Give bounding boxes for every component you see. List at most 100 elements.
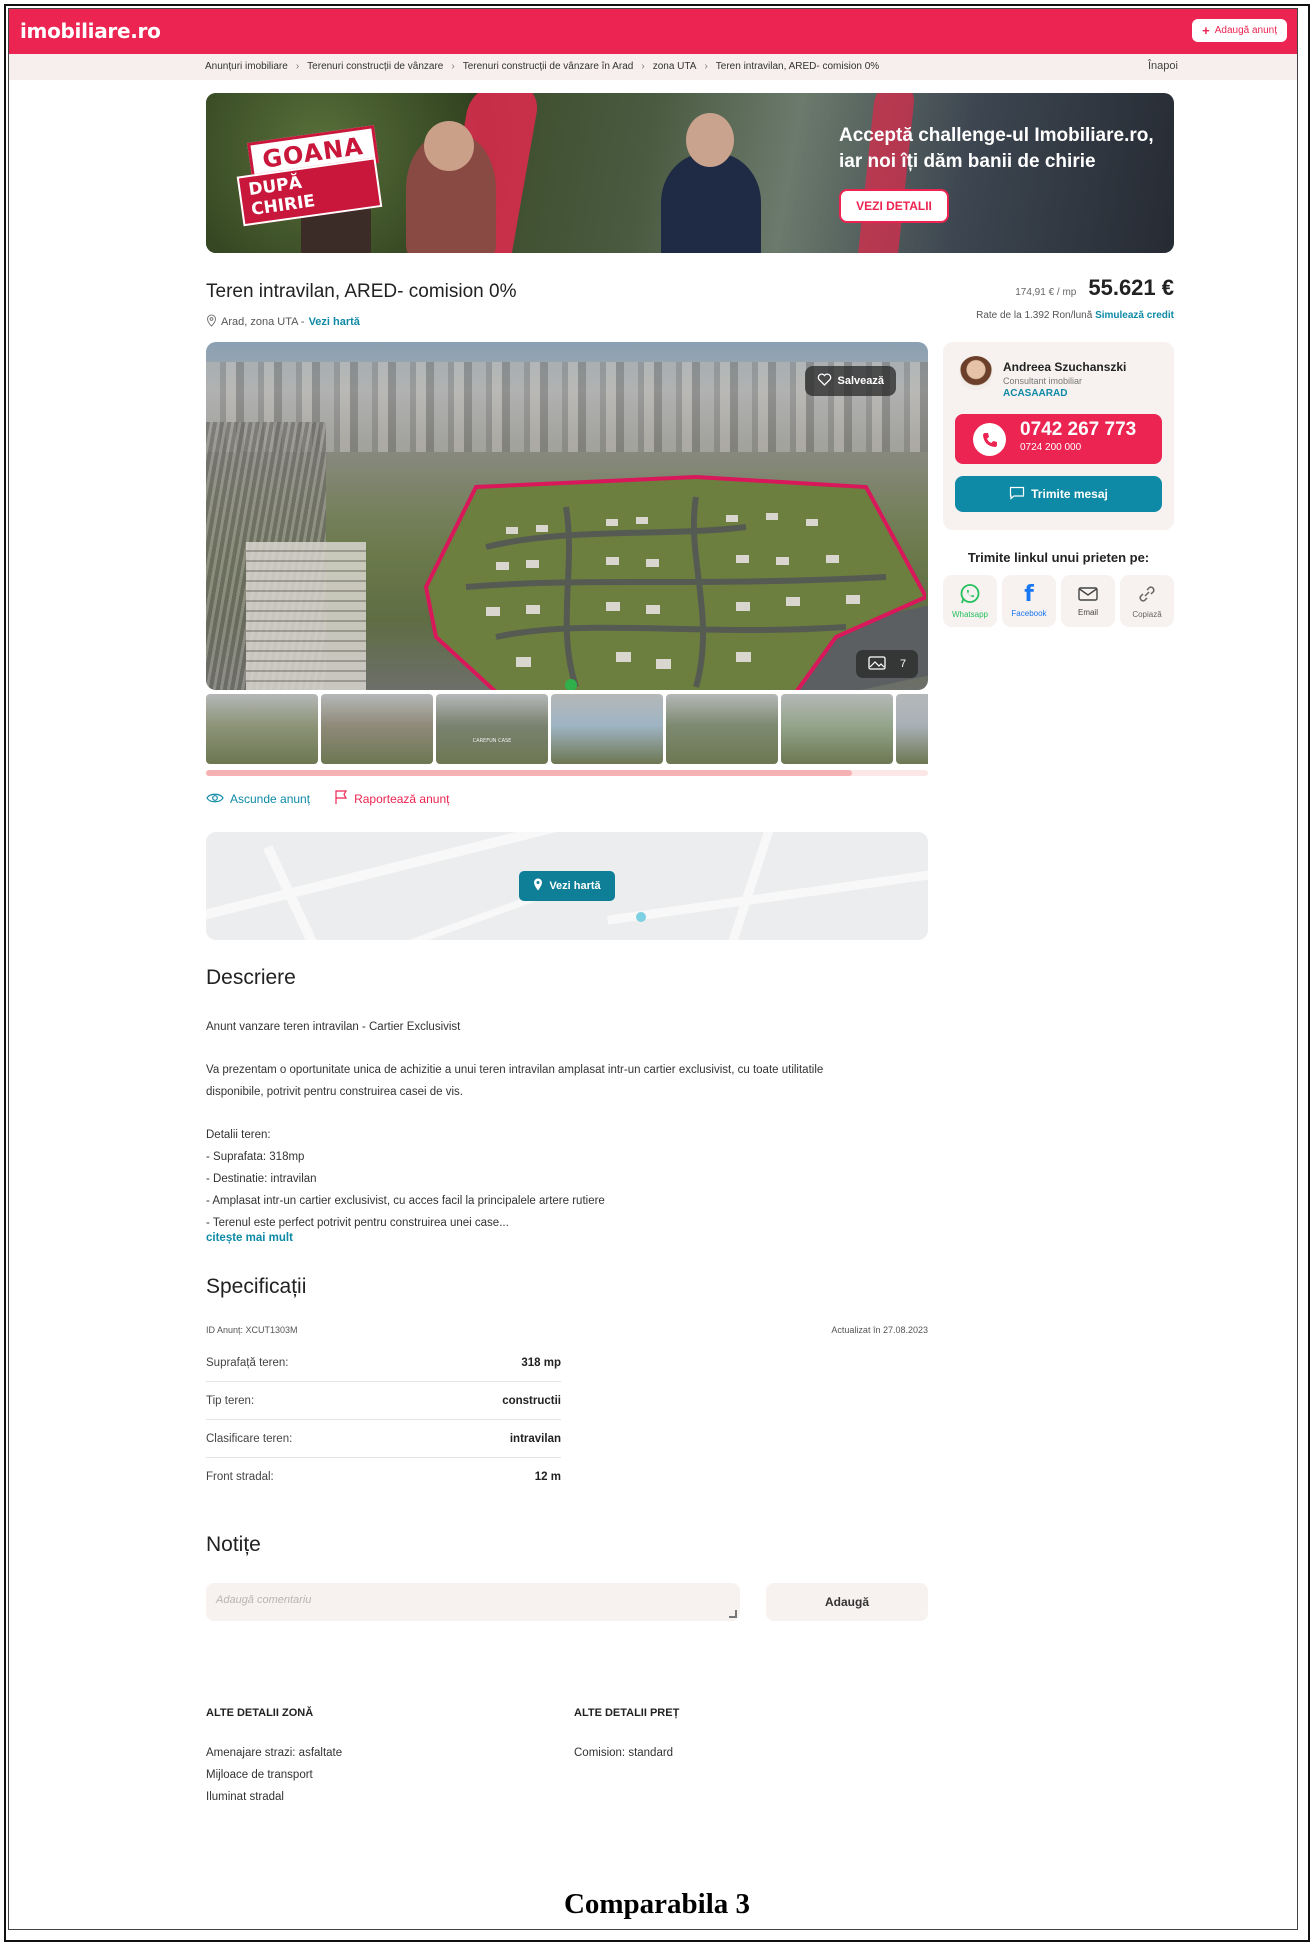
breadcrumb-bar: Anunțuri imobiliare › Terenuri construcț… — [9, 54, 1297, 80]
spec-key: Suprafață teren: — [206, 1356, 289, 1369]
promo-banner[interactable]: GOANA DUPĂ CHIRIE Acceptă challenge-ul I… — [206, 93, 1174, 253]
whatsapp-icon — [959, 583, 981, 607]
add-note-button[interactable]: Adaugă — [766, 1583, 928, 1621]
map-pin-icon — [533, 878, 543, 894]
gallery-thumbnail[interactable] — [666, 694, 778, 764]
zone-detail-item: Amenajare strazi: asfaltate — [206, 1747, 343, 1759]
flag-icon — [334, 790, 348, 808]
breadcrumb-separator: › — [451, 61, 455, 72]
phone-icon — [973, 423, 1006, 456]
price-per-sqm: 174,91 € / mp — [1015, 287, 1077, 298]
breadcrumb-separator: › — [295, 61, 300, 72]
report-listing-label: Raportează anunț — [354, 792, 450, 806]
banner-headline-line: iar noi îți dăm banii de chirie — [839, 151, 1096, 172]
send-message-button[interactable]: Trimite mesaj — [955, 476, 1162, 512]
price-box: 174,91 € / mp 55.621 € — [1015, 275, 1174, 301]
save-button[interactable]: Salvează — [804, 366, 896, 396]
map-dot — [636, 912, 646, 922]
spec-key: Tip teren: — [206, 1394, 255, 1407]
link-icon — [1136, 583, 1158, 607]
listing-id: ID Anunț: XCUT1303M — [206, 1325, 298, 1335]
agent-card: Andreea Szuchanszki Consultant imobiliar… — [943, 342, 1174, 530]
breadcrumb-item-current: Teren intravilan, ARED- comision 0% — [715, 61, 880, 72]
eye-icon — [206, 792, 224, 807]
email-icon — [1077, 585, 1099, 605]
simulate-credit-link[interactable]: Simulează credit — [1095, 310, 1174, 321]
gallery-thumbnail[interactable] — [781, 694, 893, 764]
breadcrumb-item[interactable]: zona UTA — [653, 61, 697, 72]
hide-listing-button[interactable]: Ascunde anunț — [206, 790, 310, 808]
map-road — [726, 832, 775, 940]
spec-row: Front stradal: 12 m — [206, 1458, 561, 1496]
gallery-thumbnail[interactable] — [206, 694, 318, 764]
photo-plot-rendering — [366, 467, 928, 690]
report-listing-button[interactable]: Raportează anunț — [334, 790, 449, 808]
read-more-link[interactable]: citește mai mult — [206, 1232, 293, 1244]
plus-icon: + — [1202, 23, 1210, 38]
share-copy-link-button[interactable]: Copiază — [1120, 575, 1174, 627]
listing-updated: Actualizat în 27.08.2023 — [831, 1325, 928, 1335]
listing-location: Arad, zona UTA - Vezi hartă — [206, 314, 360, 330]
credit-rates: Rate de la 1.392 Ron/lună Simulează cred… — [976, 310, 1174, 321]
banner-details-button[interactable]: VEZI DETALII — [839, 189, 949, 223]
specs-meta: ID Anunț: XCUT1303M Actualizat în 27.08.… — [206, 1325, 928, 1335]
main-photo[interactable]: Salvează 7 — [206, 342, 928, 690]
gallery-thumbnail[interactable] — [896, 694, 928, 764]
description-paragraph: disponibile, potrivit pentru construirea… — [206, 1086, 463, 1098]
photo-buildings — [246, 542, 366, 690]
price-details-list: Comision: standard — [574, 1742, 673, 1764]
add-listing-label: Adaugă anunț — [1214, 25, 1277, 36]
spec-value: constructii — [502, 1394, 561, 1407]
heart-icon — [817, 373, 832, 389]
share-whatsapp-button[interactable]: Whatsapp — [943, 575, 997, 627]
gallery-thumbnail[interactable]: CAREFUN CASE — [436, 694, 548, 764]
banner-headline-line: Acceptă challenge-ul Imobiliare.ro, — [839, 125, 1154, 146]
thumbnail-scrollbar[interactable] — [206, 770, 928, 776]
view-map-button[interactable]: Vezi hartă — [519, 871, 615, 901]
view-map-label: Vezi hartă — [549, 880, 601, 892]
notes-heading: Notițe — [206, 1533, 261, 1556]
location-map-link[interactable]: Vezi hartă — [309, 316, 360, 328]
banner-person — [661, 153, 761, 253]
spec-key: Front stradal: — [206, 1471, 274, 1483]
breadcrumb-item[interactable]: Terenuri construcții de vânzare în Arad — [463, 61, 634, 72]
photo-count-button[interactable]: 7 — [856, 650, 918, 678]
breadcrumb-separator: › — [641, 61, 645, 72]
note-placeholder: Adaugă comentariu — [216, 1594, 312, 1606]
resize-handle-icon[interactable] — [729, 1610, 737, 1618]
breadcrumb-separator: › — [704, 61, 708, 72]
description-paragraph: Va prezentam o oportunitate unica de ach… — [206, 1064, 824, 1076]
thumbnail-caption: CAREFUN CASE — [472, 738, 512, 744]
map-road — [607, 868, 928, 925]
note-input[interactable]: Adaugă comentariu — [206, 1583, 740, 1621]
site-logo[interactable]: imobiliare.ro — [20, 19, 161, 43]
map-preview[interactable]: Vezi hartă — [206, 832, 928, 940]
banner-person-head — [424, 121, 474, 171]
listing-actions: Ascunde anunț Raportează anunț — [206, 790, 449, 808]
agent-phone-main: 0742 267 773 — [1020, 419, 1137, 440]
price-details-heading: ALTE DETALII PREȚ — [574, 1707, 680, 1719]
location-pin-icon — [206, 314, 217, 330]
agent-name[interactable]: Andreea Szuchanszki — [1003, 360, 1126, 374]
share-facebook-button[interactable]: f Facebook — [1002, 575, 1056, 627]
share-email-button[interactable]: Email — [1061, 575, 1115, 627]
agent-agency[interactable]: ACASAARAD — [1003, 388, 1067, 399]
photo-count: 7 — [899, 658, 907, 670]
gallery-thumbnail[interactable] — [321, 694, 433, 764]
back-link[interactable]: Înapoi — [1148, 60, 1178, 72]
breadcrumb-item[interactable]: Anunțuri imobiliare — [205, 61, 288, 72]
gallery-thumbnail[interactable] — [551, 694, 663, 764]
spec-key: Clasificare teren: — [206, 1432, 293, 1445]
description-paragraph: Anunt vanzare teren intravilan - Cartier… — [206, 1021, 461, 1033]
specs-heading: Specificații — [206, 1275, 307, 1298]
chat-icon — [1009, 486, 1025, 503]
agent-phone-secondary: 0724 200 000 — [1020, 442, 1082, 453]
rates-text: Rate de la 1.392 Ron/lună — [976, 310, 1093, 321]
add-listing-button[interactable]: + Adaugă anunț — [1192, 19, 1287, 42]
agent-avatar — [959, 356, 993, 390]
thumbnail-scrollbar-thumb[interactable] — [206, 770, 853, 776]
call-agent-button[interactable]: 0742 267 773 0724 200 000 — [955, 414, 1162, 464]
share-label: Whatsapp — [951, 610, 989, 619]
breadcrumb-item[interactable]: Terenuri construcții de vânzare — [307, 61, 443, 72]
share-label: Facebook — [1011, 609, 1047, 618]
